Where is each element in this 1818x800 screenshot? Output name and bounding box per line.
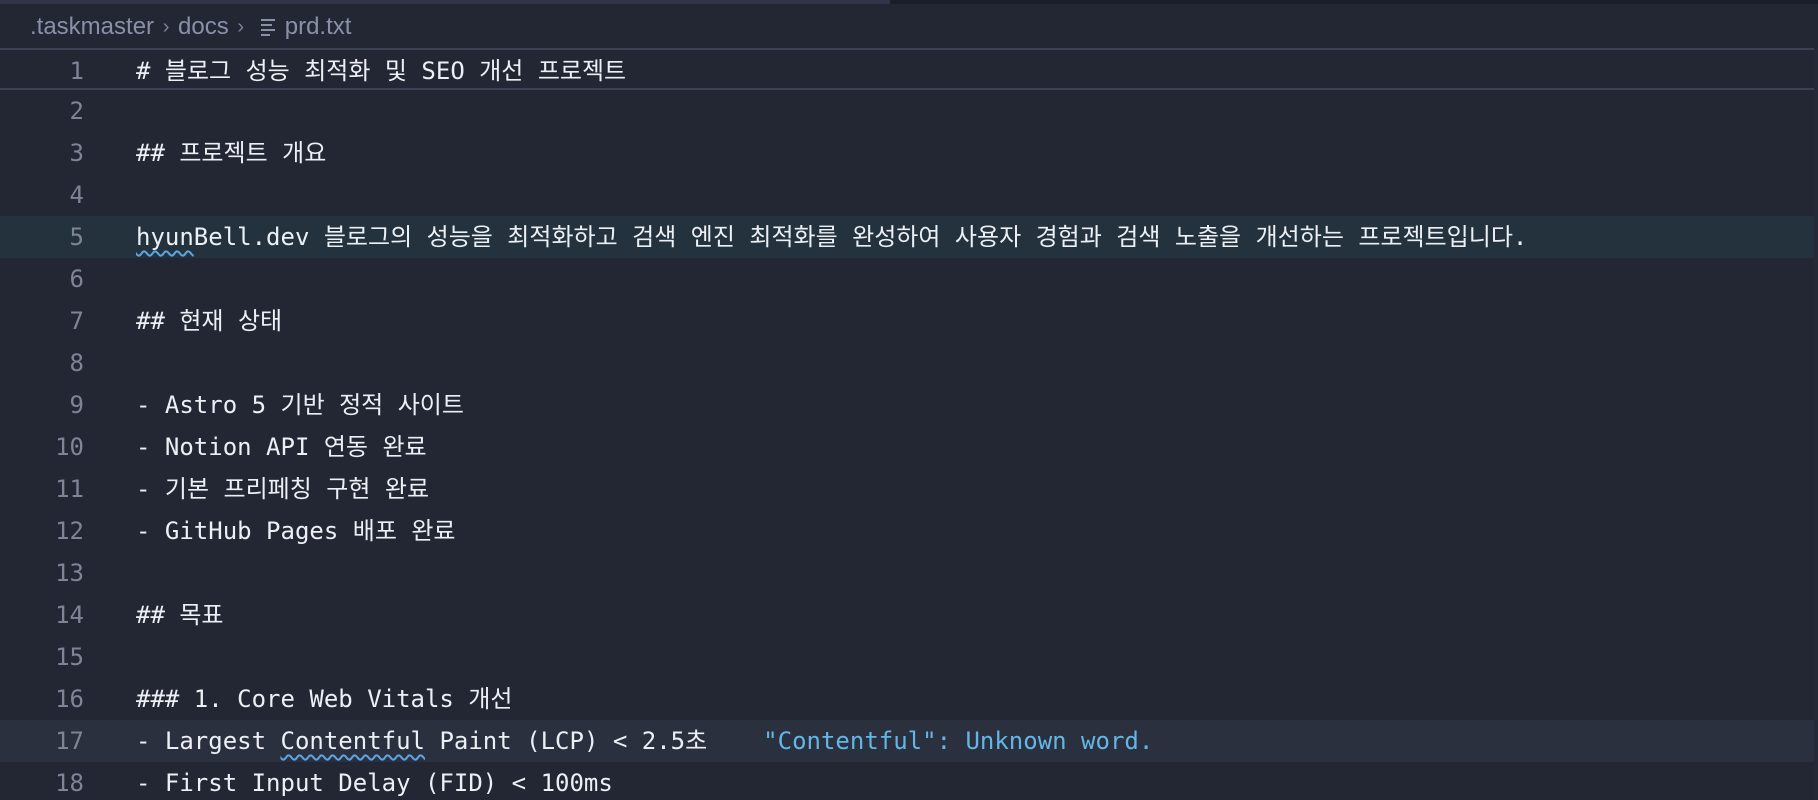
line-text: hyunBell.dev 블로그의 성능을 최적화하고 검색 엔진 최적화를 완… bbox=[136, 216, 1527, 258]
editor-line[interactable]: 1 # 블로그 성능 최적화 및 SEO 개선 프로젝트 bbox=[0, 48, 1818, 90]
editor-line[interactable]: 4 bbox=[0, 174, 1818, 216]
editor-line[interactable]: 12 - GitHub Pages 배포 완료 bbox=[0, 510, 1818, 552]
editor-line[interactable]: 2 bbox=[0, 90, 1818, 132]
editor-line[interactable]: 14 ## 목표 bbox=[0, 594, 1818, 636]
editor-line[interactable]: 15 bbox=[0, 636, 1818, 678]
line-number: 9 bbox=[69, 391, 84, 419]
editor-line[interactable]: 11 - 기본 프리페칭 구현 완료 bbox=[0, 468, 1818, 510]
code-editor[interactable]: 1 # 블로그 성능 최적화 및 SEO 개선 프로젝트 2 3 ## 프로젝트… bbox=[0, 48, 1818, 800]
line-number: 3 bbox=[69, 139, 84, 167]
active-tab-indicator bbox=[0, 0, 890, 4]
editor-line[interactable]: 9 - Astro 5 기반 정적 사이트 bbox=[0, 384, 1818, 426]
editor-line[interactable]: 6 bbox=[0, 258, 1818, 300]
editor-line[interactable]: 16 ### 1. Core Web Vitals 개선 bbox=[0, 678, 1818, 720]
text-file-icon bbox=[253, 15, 285, 39]
spelling-error-underline[interactable]: Contentful bbox=[281, 727, 426, 755]
line-number: 11 bbox=[55, 475, 84, 503]
line-text: - Notion API 연동 완료 bbox=[136, 433, 427, 461]
line-number: 17 bbox=[55, 727, 84, 755]
line-number: 1 bbox=[69, 57, 84, 85]
editor-line[interactable]: 18 - First Input Delay (FID) < 100ms bbox=[0, 762, 1818, 800]
breadcrumb-folder-taskmaster[interactable]: .taskmaster bbox=[30, 13, 154, 41]
spelling-error-underline[interactable]: hyun bbox=[136, 223, 194, 251]
line-text: - Largest Contentful Paint (LCP) < 2.5초 "… bbox=[136, 720, 1153, 762]
line-number: 15 bbox=[55, 643, 84, 671]
title-bar-strip bbox=[0, 0, 1818, 4]
line-number: 5 bbox=[69, 223, 84, 251]
editor-line[interactable]: 7 ## 현재 상태 bbox=[0, 300, 1818, 342]
line-text: # 블로그 성능 최적화 및 SEO 개선 프로젝트 bbox=[136, 57, 627, 85]
chevron-right-icon: › bbox=[237, 15, 245, 38]
line-text: ## 프로젝트 개요 bbox=[136, 139, 327, 167]
line-text-suffix: Paint (LCP) < 2.5초 bbox=[425, 727, 708, 755]
editor-line-current[interactable]: 17 - Largest Contentful Paint (LCP) < 2.… bbox=[0, 720, 1818, 762]
chevron-right-icon: › bbox=[162, 15, 170, 38]
line-text: - 기본 프리페칭 구현 완료 bbox=[136, 475, 430, 503]
editor-line[interactable]: 3 ## 프로젝트 개요 bbox=[0, 132, 1818, 174]
line-number: 8 bbox=[69, 349, 84, 377]
line-text: - Astro 5 기반 정적 사이트 bbox=[136, 391, 464, 419]
line-text: ## 목표 bbox=[136, 601, 224, 629]
inline-diagnostic-message: "Contentful": Unknown word. bbox=[763, 727, 1154, 755]
line-number: 14 bbox=[55, 601, 84, 629]
line-number: 7 bbox=[69, 307, 84, 335]
editor-line-highlighted[interactable]: 5 hyunBell.dev 블로그의 성능을 최적화하고 검색 엔진 최적화를… bbox=[0, 216, 1818, 258]
vertical-scrollbar[interactable] bbox=[1814, 48, 1818, 800]
line-number: 13 bbox=[55, 559, 84, 587]
editor-line[interactable]: 13 bbox=[0, 552, 1818, 594]
line-text: ### 1. Core Web Vitals 개선 bbox=[136, 685, 513, 713]
line-number: 18 bbox=[55, 769, 84, 797]
line-number: 16 bbox=[55, 685, 84, 713]
line-text: - First Input Delay (FID) < 100ms bbox=[136, 769, 613, 797]
line-text-suffix: Bell.dev 블로그의 성능을 최적화하고 검색 엔진 최적화를 완성하여 … bbox=[193, 223, 1528, 251]
breadcrumb: .taskmaster › docs › prd.txt bbox=[30, 8, 351, 46]
breadcrumb-file-prd[interactable]: prd.txt bbox=[285, 13, 352, 41]
editor-line[interactable]: 10 - Notion API 연동 완료 bbox=[0, 426, 1818, 468]
line-text: - GitHub Pages 배포 완료 bbox=[136, 517, 456, 545]
line-text: ## 현재 상태 bbox=[136, 307, 283, 335]
line-number: 2 bbox=[69, 97, 84, 125]
breadcrumb-folder-docs[interactable]: docs bbox=[178, 13, 229, 41]
line-number: 10 bbox=[55, 433, 84, 461]
line-text-prefix: - Largest bbox=[136, 727, 281, 755]
line-number: 4 bbox=[69, 181, 84, 209]
line-number: 12 bbox=[55, 517, 84, 545]
line-number: 6 bbox=[69, 265, 84, 293]
editor-line[interactable]: 8 bbox=[0, 342, 1818, 384]
